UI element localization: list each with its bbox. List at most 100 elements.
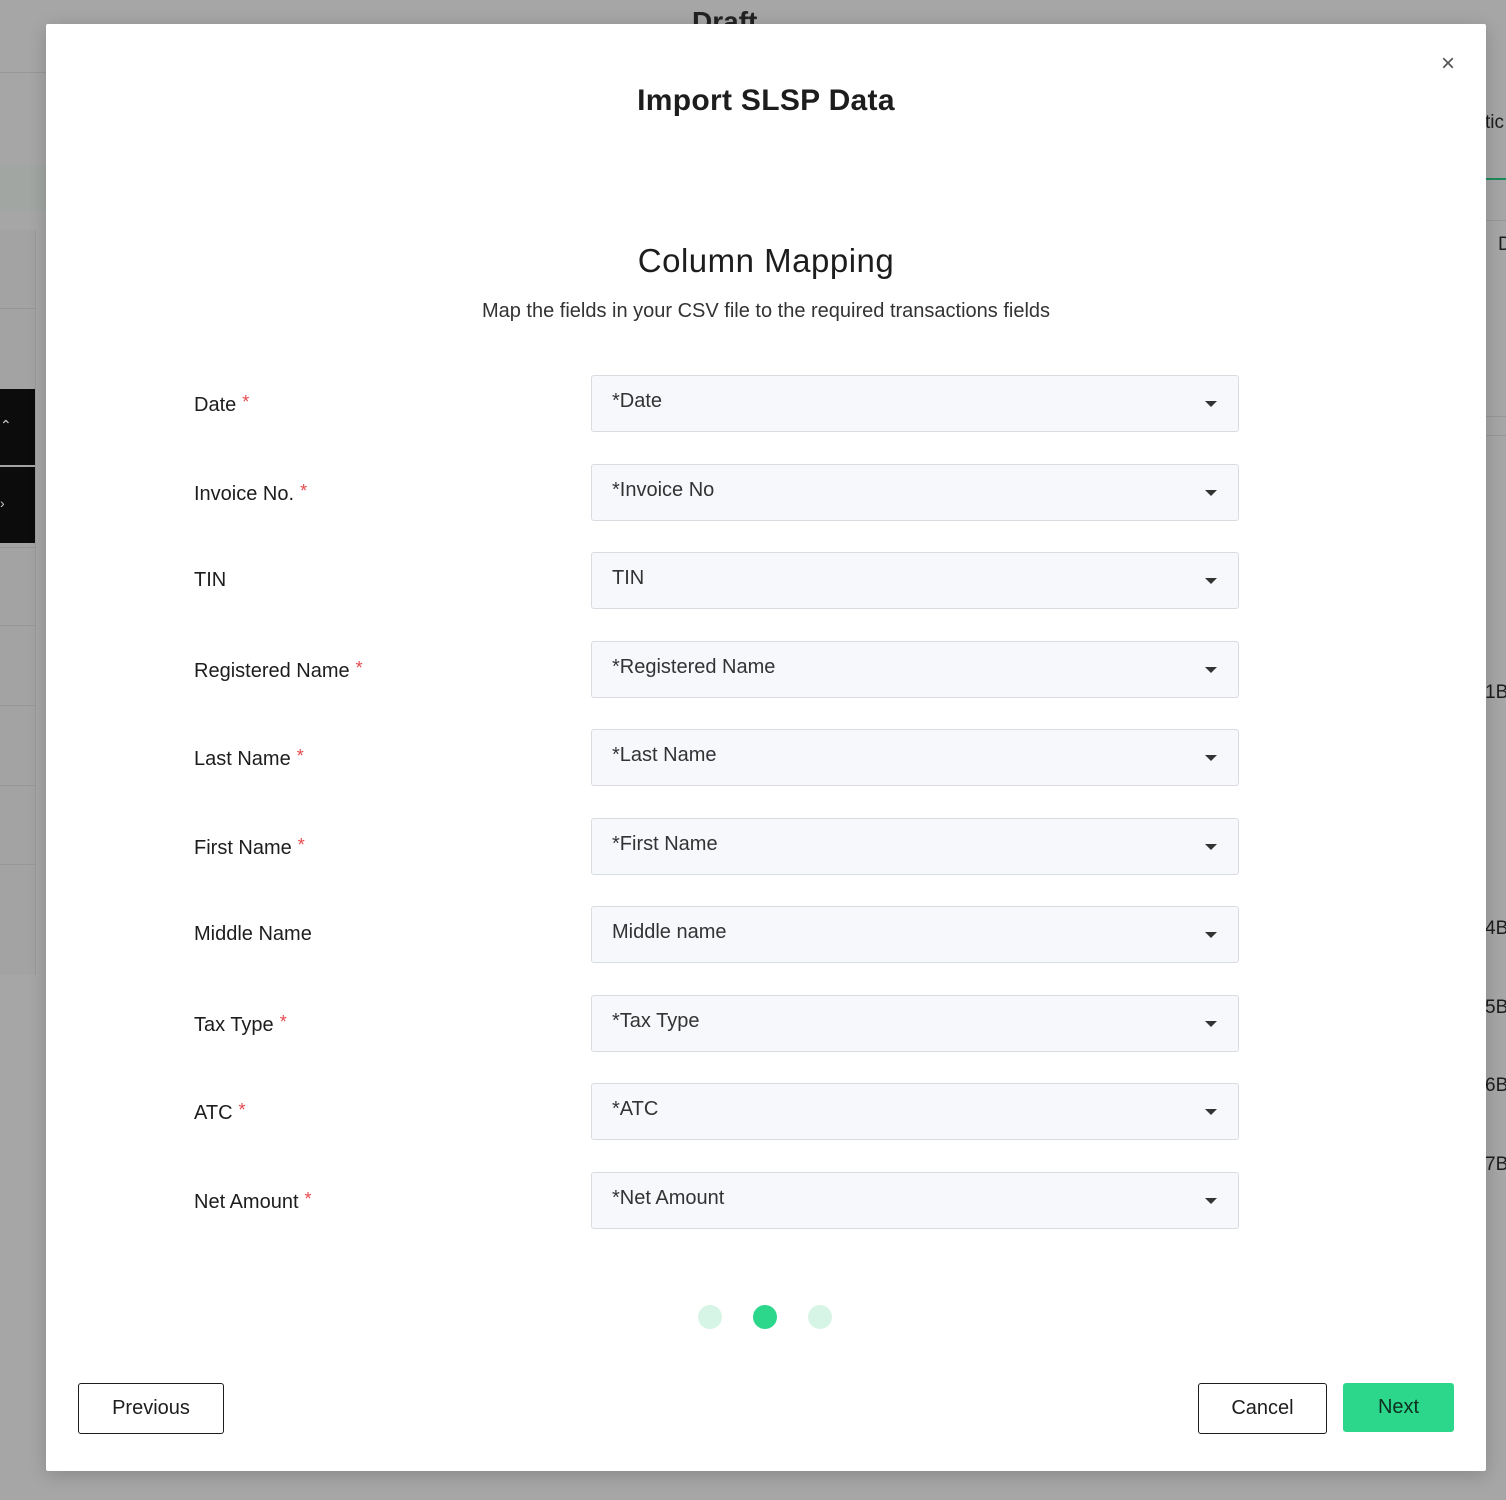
- background-cell-text: 4B: [1485, 918, 1506, 939]
- field-label-text: Tax Type: [194, 1013, 274, 1036]
- required-asterisk: *: [242, 392, 250, 412]
- field-label-text: Registered Name: [194, 659, 350, 682]
- field-label-tin: TIN: [194, 569, 226, 592]
- background-cell-text: 1B: [1485, 682, 1506, 703]
- field-label-text: Middle Name: [194, 923, 312, 945]
- required-asterisk: *: [279, 1011, 287, 1032]
- column-select-middle-name[interactable]: Middle name: [591, 906, 1239, 963]
- field-label-middle-name: Middle Name: [194, 923, 312, 946]
- field-row-date: Date * *Date: [194, 375, 1240, 464]
- chevron-icon: ›: [0, 495, 5, 511]
- field-row-middle-name: Middle Name Middle name: [194, 906, 1240, 995]
- field-label-atc: ATC *: [194, 1100, 246, 1125]
- background-row-divider: [0, 864, 36, 865]
- caret-down-icon: [1205, 843, 1217, 850]
- step-dot-2: [753, 1305, 777, 1329]
- required-asterisk: *: [297, 834, 305, 855]
- field-label-text: Last Name: [194, 748, 291, 770]
- field-label-net-amount: Net Amount *: [194, 1189, 312, 1214]
- background-row-divider: [1486, 435, 1506, 436]
- caret-down-icon: [1205, 755, 1217, 761]
- required-asterisk: *: [304, 1188, 312, 1209]
- select-value: TIN: [612, 567, 645, 589]
- required-asterisk: *: [355, 657, 363, 678]
- modal-title: Import SLSP Data: [637, 84, 895, 117]
- field-row-net-amount: Net Amount * *Net Amount: [194, 1171, 1240, 1261]
- select-value: *Date: [612, 390, 663, 412]
- background-divider: [0, 72, 46, 73]
- select-value: *Registered Name: [612, 655, 776, 678]
- field-row-registered-name: Registered Name * *Registered Name: [194, 640, 1240, 730]
- field-label-tax-type: Tax Type *: [194, 1012, 287, 1037]
- background-row-divider: [0, 308, 36, 309]
- column-select-last-name[interactable]: *Last Name: [591, 729, 1239, 786]
- background-tab-text: tic: [1485, 112, 1504, 133]
- column-select-registered-name[interactable]: *Registered Name: [591, 640, 1239, 698]
- background-cell-text: 5B: [1485, 997, 1506, 1018]
- select-value: *Invoice No: [612, 478, 715, 501]
- column-select-invoice-no[interactable]: *Invoice No: [591, 463, 1239, 521]
- column-select-net-amount[interactable]: *Net Amount: [591, 1171, 1239, 1229]
- required-asterisk: *: [238, 1100, 246, 1120]
- field-label-text: ATC: [194, 1102, 233, 1124]
- column-select-first-name[interactable]: *First Name: [591, 817, 1239, 875]
- background-cell-text: 6B: [1485, 1075, 1506, 1096]
- step-dot-3: [808, 1305, 832, 1329]
- chevron-up-icon: ⌃: [0, 417, 12, 433]
- required-asterisk: *: [300, 480, 308, 501]
- next-button[interactable]: Next: [1343, 1383, 1454, 1432]
- column-select-tax-type[interactable]: *Tax Type: [591, 994, 1239, 1052]
- step-title: Column Mapping: [637, 242, 895, 279]
- column-select-date[interactable]: *Date: [591, 375, 1239, 432]
- field-row-last-name: Last Name * *Last Name: [194, 729, 1240, 818]
- background-row-divider: [0, 785, 36, 786]
- field-row-first-name: First Name * *First Name: [194, 817, 1240, 907]
- step-subtitle: Map the fields in your CSV file to the r…: [481, 300, 1051, 322]
- caret-down-icon: [1205, 1197, 1217, 1204]
- select-value: *First Name: [612, 832, 718, 855]
- field-label-text: Invoice No.: [194, 482, 295, 505]
- background-collapse-button: ⌃: [0, 389, 35, 465]
- field-label-invoice-no: Invoice No. *: [194, 481, 307, 506]
- caret-down-icon: [1205, 401, 1217, 407]
- previous-button[interactable]: Previous: [78, 1383, 224, 1434]
- field-row-invoice-no: Invoice No. * *Invoice No: [194, 463, 1240, 553]
- field-label-text: Net Amount: [194, 1190, 299, 1213]
- background-row-divider: [1486, 220, 1506, 221]
- select-value: *Net Amount: [612, 1186, 725, 1209]
- background-column-text: D: [1498, 234, 1506, 255]
- field-label-registered-name: Registered Name *: [194, 658, 363, 683]
- background-expand-button: ›: [0, 467, 35, 543]
- background-row-divider: [0, 705, 36, 706]
- step-dot-1: [698, 1305, 722, 1329]
- column-select-atc[interactable]: *ATC: [591, 1083, 1239, 1140]
- field-row-tax-type: Tax Type * *Tax Type: [194, 994, 1240, 1084]
- caret-down-icon: [1205, 1020, 1217, 1027]
- caret-down-icon: [1205, 578, 1217, 584]
- select-value: *Tax Type: [612, 1009, 700, 1032]
- caret-down-icon: [1205, 489, 1217, 496]
- background-left-panel: [0, 230, 36, 975]
- caret-down-icon: [1205, 666, 1217, 673]
- cancel-button[interactable]: Cancel: [1198, 1383, 1327, 1434]
- column-select-tin[interactable]: TIN: [591, 552, 1239, 609]
- select-value: Middle name: [612, 921, 727, 943]
- background-tab-underline: [1486, 178, 1506, 180]
- field-label-date: Date *: [194, 392, 249, 417]
- caret-down-icon: [1205, 1109, 1217, 1115]
- background-row-divider: [0, 625, 36, 626]
- caret-down-icon: [1205, 932, 1217, 938]
- import-modal: × Import SLSP Data Column Mapping Map th…: [46, 24, 1486, 1471]
- background-band: [0, 165, 46, 211]
- column-mapping-list: Date * *Date Invoice No. * *Invoice No TIN TIN R…: [194, 375, 1240, 1260]
- close-icon[interactable]: ×: [1436, 52, 1460, 76]
- background-row-divider: [0, 547, 36, 548]
- required-asterisk: *: [296, 746, 304, 766]
- background-row-divider: [1486, 416, 1506, 417]
- field-row-tin: TIN TIN: [194, 552, 1240, 641]
- field-label-text: TIN: [194, 569, 227, 591]
- field-label-text: Date: [194, 394, 237, 416]
- background-cell-text: 7B: [1485, 1154, 1506, 1175]
- select-value: *Last Name: [612, 744, 717, 766]
- field-label-first-name: First Name *: [194, 835, 305, 860]
